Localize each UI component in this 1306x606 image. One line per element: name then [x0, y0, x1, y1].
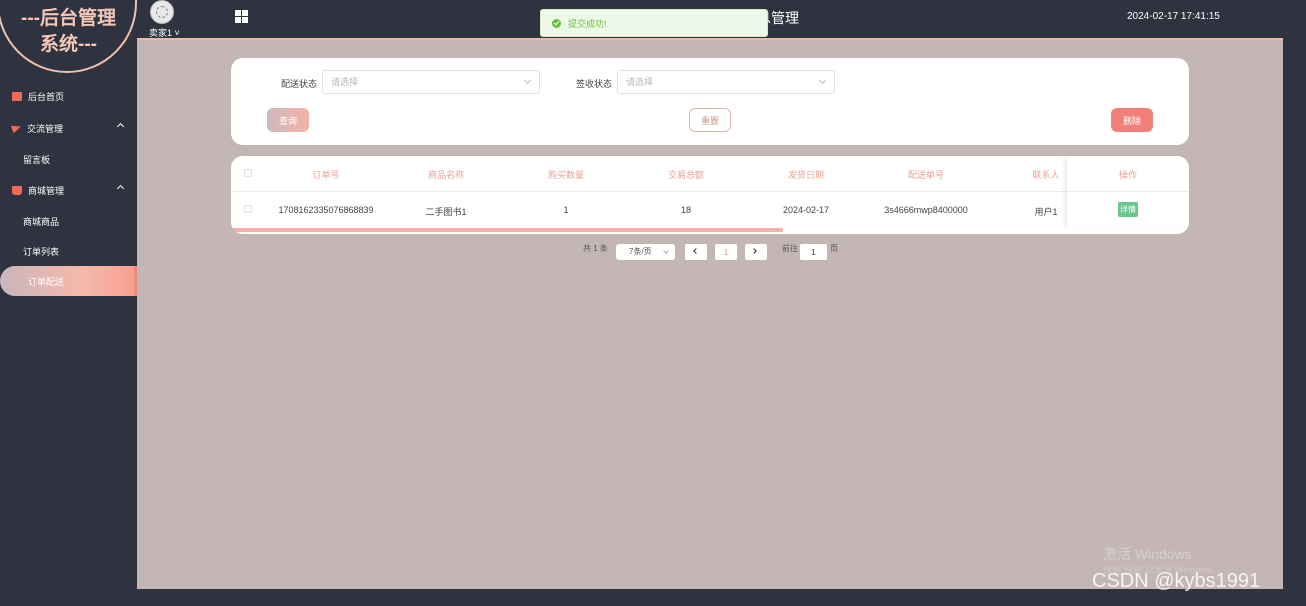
- goto-label: 前往: [782, 244, 798, 253]
- sidebar-item-communication[interactable]: 交流管理: [0, 112, 137, 144]
- sidebar-item-home[interactable]: 后台首页: [0, 80, 137, 112]
- sidebar-item-label: 交流管理: [27, 123, 64, 134]
- goto-page-input[interactable]: 1: [800, 244, 827, 260]
- orders-table: 订单号 商品名称 购买数量 交易总额 发货日期 配送单号 联系人 1708162…: [231, 156, 1189, 234]
- page-number-current[interactable]: 1: [715, 244, 737, 260]
- shop-icon: [12, 185, 22, 195]
- sidebar-menu: 后台首页 交流管理 留言板 商城管理 商城商品 订单列表 订单配送: [0, 80, 137, 296]
- column-header: 操作: [1118, 170, 1137, 180]
- cell-product: 二手图书1: [425, 207, 467, 217]
- search-panel: 配送状态 请选择 签收状态 请选择 查询 重置 删除: [231, 58, 1189, 145]
- header-divider: [1067, 191, 1189, 192]
- page-size-select[interactable]: 7条/页: [616, 244, 675, 260]
- detail-button[interactable]: 详情: [1118, 202, 1138, 217]
- sidebar-subitem-mall-products[interactable]: 商城商品: [0, 206, 137, 236]
- avatar[interactable]: [150, 0, 174, 24]
- delivery-status-placeholder: 请选择: [331, 77, 359, 87]
- delete-button[interactable]: 删除: [1111, 108, 1153, 132]
- user-menu[interactable]: 卖家1 ˅: [149, 26, 180, 39]
- chevron-down-icon: [818, 76, 827, 85]
- monitor-icon: [12, 91, 22, 101]
- chevron-up-icon: [116, 184, 125, 193]
- column-header: 交易总额: [667, 170, 704, 180]
- cell-order-no: 1708162335076868839: [278, 205, 374, 215]
- windows-activation-watermark: 激活 Windows: [1103, 546, 1192, 562]
- sidebar: ---后台管理 系统--- 后台首页 交流管理 留言板 商城管理 商城商品 订单…: [0, 0, 137, 606]
- delivery-status-select[interactable]: 请选择: [322, 70, 540, 94]
- query-button[interactable]: 查询: [267, 108, 309, 132]
- chevron-up-icon: [116, 122, 125, 131]
- prev-page-button[interactable]: [685, 244, 707, 260]
- sign-status-select[interactable]: 请选择: [617, 70, 835, 94]
- sidebar-item-mall[interactable]: 商城管理: [0, 174, 137, 206]
- sign-status-placeholder: 请选择: [626, 77, 654, 87]
- sidebar-subitem-order-list[interactable]: 订单列表: [0, 236, 137, 266]
- success-toast: 提交成功!: [540, 9, 768, 37]
- page-size-value: 7条/页: [629, 247, 652, 256]
- csdn-watermark: CSDN @kybs1991: [1092, 570, 1261, 592]
- pagination-total: 共 1 条: [583, 244, 608, 253]
- cell-qty: 1: [563, 205, 569, 215]
- grid-menu-icon[interactable]: [235, 10, 248, 23]
- logo-text: ---后台管理 系统---: [0, 6, 137, 58]
- chevron-right-icon: [751, 248, 757, 254]
- sidebar-item-label: 商城管理: [28, 185, 65, 196]
- sidebar-subitem-order-delivery[interactable]: 订单配送: [0, 266, 137, 296]
- send-icon: [10, 122, 23, 134]
- sidebar-subitem-message-board[interactable]: 留言板: [0, 144, 137, 174]
- cell-total: 18: [680, 205, 691, 215]
- reset-button[interactable]: 重置: [689, 108, 731, 132]
- main-content: 配送状态 请选择 签收状态 请选择 查询 重置 删除 订单号 商品名称 购买数量…: [137, 40, 1283, 589]
- horizontal-scrollbar[interactable]: [231, 228, 783, 232]
- header-clock: 2024-02-17 17:41:15: [1127, 11, 1220, 22]
- column-header: 配送单号: [907, 170, 944, 180]
- column-header: 订单号: [312, 170, 340, 180]
- app-root: ---后台管理 系统--- 后台首页 交流管理 留言板 商城管理 商城商品 订单…: [0, 0, 1306, 606]
- avatar-image: [156, 6, 168, 18]
- logo-line-1: ---后台管理: [21, 8, 116, 29]
- sign-status-label: 签收状态: [576, 79, 613, 89]
- cell-ship-date: 2024-02-17: [782, 205, 830, 215]
- column-header: 商品名称: [427, 170, 464, 180]
- column-header: 发货日期: [787, 170, 824, 180]
- logo-line-2: 系统---: [40, 34, 97, 55]
- chevron-left-icon: [693, 248, 699, 254]
- chevron-down-icon: [523, 76, 532, 85]
- right-edge: [1283, 0, 1306, 606]
- sidebar-item-label: 后台首页: [28, 91, 65, 102]
- success-check-icon: [552, 18, 561, 28]
- chevron-down-icon: [663, 248, 669, 254]
- page-suffix: 页: [830, 244, 838, 253]
- operation-column: 操作: [1067, 156, 1189, 228]
- user-name: 卖家1: [149, 28, 173, 38]
- delivery-status-label: 配送状态: [281, 79, 318, 89]
- toast-message: 提交成功!: [568, 18, 607, 29]
- select-all-checkbox[interactable]: [244, 169, 252, 177]
- row-checkbox[interactable]: [244, 205, 252, 213]
- column-header: 购买数量: [547, 170, 584, 180]
- cell-delivery-no: 3s4666mwp8400000: [884, 205, 968, 215]
- next-page-button[interactable]: [745, 244, 767, 260]
- header-divider: [231, 191, 1189, 192]
- logo: ---后台管理 系统---: [0, 0, 137, 74]
